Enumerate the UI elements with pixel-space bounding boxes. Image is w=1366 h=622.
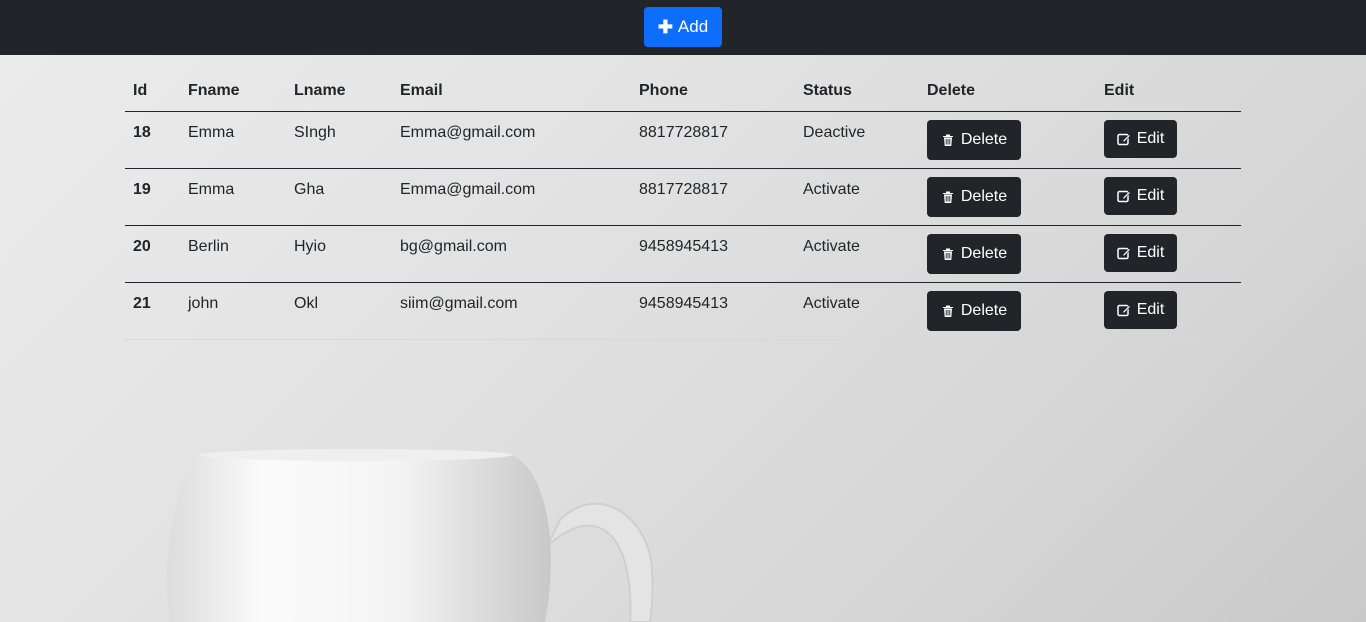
cell-email: bg@gmail.com [392,225,631,283]
edit-button-label: Edit [1136,243,1165,261]
delete-button[interactable]: Delete [927,290,1021,331]
cell-id: 20 [125,225,180,283]
top-navbar: ✚ Add [0,0,1366,55]
delete-button[interactable]: Delete [927,119,1021,160]
edit-icon [1116,132,1131,146]
edit-icon [1116,303,1131,317]
delete-button[interactable]: Delete [927,233,1021,274]
cell-email: siim@gmail.com [392,282,631,340]
table-header-row: Id Fname Lname Email Phone Status Delete… [125,72,1241,112]
cell-fname: Emma [180,111,286,169]
table-row: 18 Emma SIngh Emma@gmail.com 8817728817 … [125,111,1241,169]
edit-button-label: Edit [1136,300,1165,318]
trash-icon [941,247,955,261]
cell-status: Activate [795,282,919,340]
cell-id: 21 [125,282,180,340]
edit-button[interactable]: Edit [1104,176,1177,215]
column-header-phone: Phone [631,72,795,112]
edit-button[interactable]: Edit [1104,119,1177,158]
cell-fname: john [180,282,286,340]
column-header-lname: Lname [286,72,392,112]
column-header-status: Status [795,72,919,112]
cell-lname: SIngh [286,111,392,169]
edit-icon [1116,246,1131,260]
cell-phone: 8817728817 [631,111,795,169]
edit-button[interactable]: Edit [1104,290,1177,329]
add-button-label: Add [677,17,709,36]
trash-icon [941,133,955,147]
cell-status: Deactive [795,111,919,169]
cell-edit: Edit [1096,168,1241,226]
cell-phone: 8817728817 [631,168,795,226]
cell-delete: Delete [919,282,1096,340]
cell-status: Activate [795,168,919,226]
column-header-fname: Fname [180,72,286,112]
cell-lname: Hyio [286,225,392,283]
cell-edit: Edit [1096,225,1241,283]
cell-id: 18 [125,111,180,169]
trash-icon [941,304,955,318]
delete-button-label: Delete [960,244,1008,262]
cell-fname: Emma [180,168,286,226]
cell-status: Activate [795,225,919,283]
users-table: Id Fname Lname Email Phone Status Delete… [125,72,1241,340]
delete-button-label: Delete [960,130,1008,148]
cell-phone: 9458945413 [631,225,795,283]
cell-fname: Berlin [180,225,286,283]
edit-icon [1116,189,1131,203]
column-header-edit: Edit [1096,72,1241,112]
cell-email: Emma@gmail.com [392,111,631,169]
delete-button-label: Delete [960,301,1008,319]
delete-button[interactable]: Delete [927,176,1021,217]
column-header-email: Email [392,72,631,112]
edit-button-label: Edit [1136,129,1165,147]
column-header-id: Id [125,72,180,112]
trash-icon [941,190,955,204]
edit-button[interactable]: Edit [1104,233,1177,272]
cell-edit: Edit [1096,282,1241,340]
cell-lname: Gha [286,168,392,226]
table-row: 20 Berlin Hyio bg@gmail.com 9458945413 A… [125,225,1241,283]
cell-lname: Okl [286,282,392,340]
cell-delete: Delete [919,168,1096,226]
add-button[interactable]: ✚ Add [644,7,722,47]
cell-delete: Delete [919,225,1096,283]
plus-icon: ✚ [657,17,673,37]
cell-email: Emma@gmail.com [392,168,631,226]
cell-delete: Delete [919,111,1096,169]
cell-edit: Edit [1096,111,1241,169]
table-row: 19 Emma Gha Emma@gmail.com 8817728817 Ac… [125,168,1241,226]
cell-phone: 9458945413 [631,282,795,340]
cell-id: 19 [125,168,180,226]
edit-button-label: Edit [1136,186,1165,204]
column-header-delete: Delete [919,72,1096,112]
table-row: 21 john Okl siim@gmail.com 9458945413 Ac… [125,282,1241,340]
delete-button-label: Delete [960,187,1008,205]
